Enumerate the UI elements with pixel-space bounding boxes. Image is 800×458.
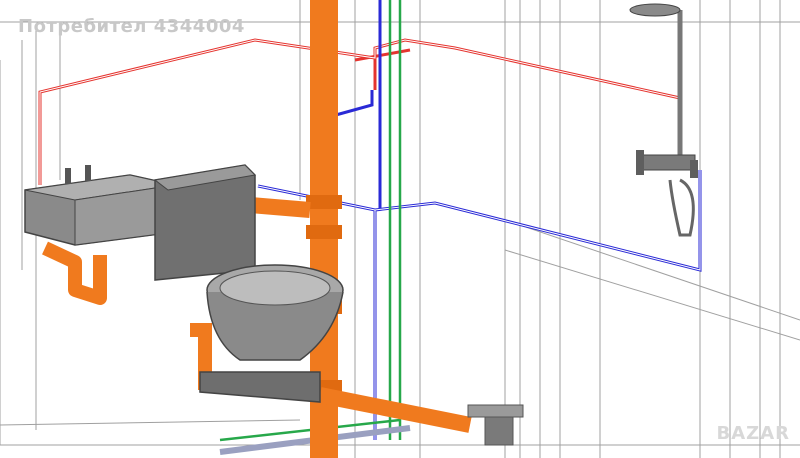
floor-drain-icon [467,404,524,446]
shower-head-icon [629,3,695,237]
toilet-cistern-icon [153,164,257,281]
watermark-text: Потребител 4344004 [18,16,245,37]
brand-logo: BAZAR [716,423,790,444]
shower-mixer-icon [636,150,698,178]
hot-water-pipe [38,38,682,185]
wash-basin-icon [24,165,176,246]
plumbing-scene [0,0,800,458]
